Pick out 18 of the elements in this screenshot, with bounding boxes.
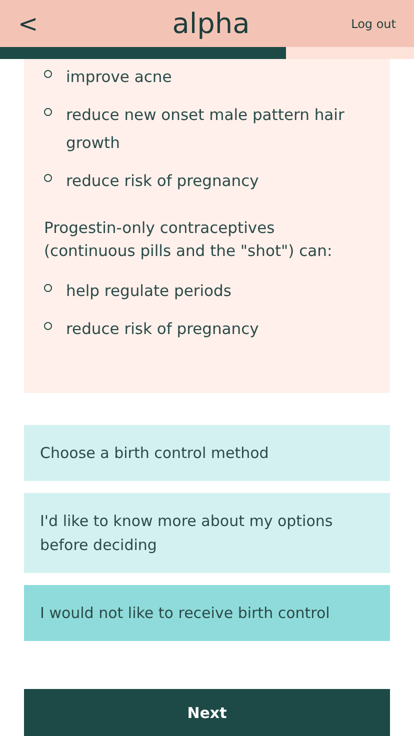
list-item: reduce new onset male pattern hair growth (66, 105, 346, 154)
info-paragraph: Progestin-only contraceptives (continuous pills and the "shot") can: (44, 218, 334, 262)
bullet-icon (44, 174, 52, 182)
list-item: reduce risk of pregnancy (66, 171, 259, 192)
bullet-icon (44, 70, 52, 78)
option-button[interactable]: I would not like to receive birth control (24, 585, 390, 641)
back-button[interactable]: < (18, 6, 48, 42)
next-button[interactable]: Next (24, 689, 390, 736)
option-button[interactable]: I'd like to know more about my options before deciding (24, 493, 390, 573)
logo: alpha (172, 6, 250, 42)
list-item: reduce risk of pregnancy (66, 319, 259, 340)
bullet-icon (44, 284, 52, 292)
bullet-icon (44, 322, 52, 330)
bullet-icon (44, 108, 52, 116)
logout-link[interactable]: Log out (316, 14, 396, 32)
list-item: help regulate periods (66, 281, 232, 302)
option-button[interactable]: Choose a birth control method (24, 425, 390, 481)
list-item: improve acne (66, 67, 172, 88)
